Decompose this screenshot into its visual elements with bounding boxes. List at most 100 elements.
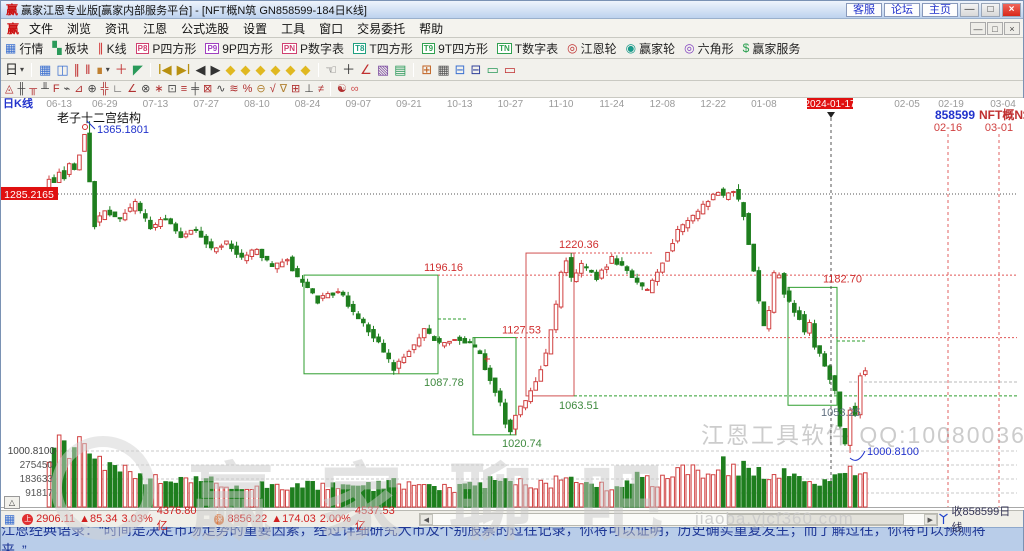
first-bar-icon[interactable]: Ⅰ◀ bbox=[157, 62, 173, 77]
panel-icon[interactable]: ▤ bbox=[393, 62, 407, 77]
hexagon-button[interactable]: ◎ 六角形 bbox=[683, 40, 735, 57]
menu-item-9[interactable]: 交易委托 bbox=[350, 21, 412, 37]
draw-tool-icon-24[interactable]: ⊞ bbox=[290, 82, 301, 96]
quote-button[interactable]: ▦ 行情 bbox=[4, 40, 44, 57]
draw-tool-icon-8[interactable]: ⊕ bbox=[86, 82, 97, 96]
sector-button[interactable]: ▚ 板块 bbox=[51, 40, 89, 57]
info-panel-icon[interactable]: ◫ bbox=[55, 62, 69, 77]
draw-tool-icon-21[interactable]: ⊖ bbox=[255, 82, 266, 96]
draw-tool-icon-7[interactable]: ⊿ bbox=[73, 82, 84, 96]
menu-item-3[interactable]: 资讯 bbox=[98, 21, 136, 37]
gann-wheel-button[interactable]: ◎ 江恩轮 bbox=[566, 40, 618, 57]
draw-tool-icon-13[interactable]: ∗ bbox=[153, 82, 164, 96]
menu-item-10[interactable]: 帮助 bbox=[412, 21, 450, 37]
menu-item-1[interactable]: 文件 bbox=[22, 21, 60, 37]
scrollbar-track[interactable] bbox=[433, 513, 924, 525]
draw-tool-icon-19[interactable]: ≋ bbox=[228, 82, 239, 96]
mdi-minimize-button[interactable]: — bbox=[970, 21, 986, 35]
menu-item-4[interactable]: 江恩 bbox=[136, 21, 174, 37]
draw-tool-icon-2[interactable]: ╫ bbox=[16, 82, 26, 96]
maximize-button[interactable]: □ bbox=[981, 2, 1000, 17]
percent-tool-icon[interactable]: % bbox=[242, 82, 254, 96]
menu-item-8[interactable]: 窗口 bbox=[312, 21, 350, 37]
draw-tool-icon-1[interactable]: ◬ bbox=[4, 82, 14, 96]
last-bar-icon[interactable]: ▶Ⅰ bbox=[176, 62, 192, 77]
crosshair-icon[interactable]: ＋ bbox=[114, 62, 129, 77]
winner-wheel-button[interactable]: ◉ 赢家轮 bbox=[625, 40, 677, 57]
draw-tool-icon-17[interactable]: ⊠ bbox=[202, 82, 213, 96]
menu-item-7[interactable]: 工具 bbox=[274, 21, 312, 37]
draw-tool-icon-25[interactable]: ⊥ bbox=[303, 82, 315, 96]
candle-fill-icon[interactable]: ∎ ▾ bbox=[95, 62, 111, 77]
minimize-button[interactable]: — bbox=[960, 2, 979, 17]
draw-tool-icon-22[interactable]: √ bbox=[269, 82, 277, 96]
scroll-left-icon[interactable]: ◀ bbox=[419, 513, 433, 525]
bar-style-icon[interactable]: ‖ bbox=[84, 62, 91, 77]
pattern-icon[interactable]: ▧ bbox=[376, 62, 390, 77]
draw-flag-icon[interactable]: ◤ bbox=[132, 62, 144, 77]
draw-tool-icon-6[interactable]: ⌁ bbox=[63, 82, 72, 96]
p-number-table-button[interactable]: PN P数字表 bbox=[281, 40, 345, 57]
scroll-right-icon[interactable]: ▶ bbox=[923, 513, 937, 525]
gann-zoom-in-icon[interactable]: ◆ bbox=[285, 62, 297, 77]
period-selector[interactable]: 日 ▾ bbox=[4, 62, 25, 77]
chart-h-scrollbar[interactable]: ◀ ▶ bbox=[418, 512, 938, 526]
volume-pane-toggle-button[interactable]: △ bbox=[4, 496, 20, 509]
scrollbar-thumb[interactable] bbox=[727, 513, 905, 525]
kline-style-icon[interactable]: ∥ bbox=[73, 62, 82, 77]
layout-window-icon[interactable]: ▦ bbox=[38, 62, 52, 77]
menu-item-2[interactable]: 浏览 bbox=[60, 21, 98, 37]
menu-item-6[interactable]: 设置 bbox=[236, 21, 274, 37]
shenzhen-index-icon[interactable]: 深 bbox=[213, 513, 225, 525]
calculator-icon[interactable]: ▦ bbox=[436, 62, 450, 77]
gann-nav-left-icon[interactable]: ◆ bbox=[225, 62, 237, 77]
gann-nav-up-icon[interactable]: ◆ bbox=[255, 62, 267, 77]
calendar-icon[interactable]: ⊞ bbox=[420, 62, 433, 77]
p-square-button[interactable]: P8 P四方形 bbox=[135, 40, 198, 57]
angle-measure-icon[interactable]: ∠ bbox=[359, 62, 373, 77]
draw-tool-icon-9[interactable]: ╬ bbox=[100, 82, 110, 96]
mdi-close-button[interactable]: × bbox=[1004, 21, 1020, 35]
gann-zoom-out-icon[interactable]: ◆ bbox=[300, 62, 312, 77]
t-number-table-button[interactable]: TN T数字表 bbox=[496, 40, 559, 57]
draw-tool-icon-5[interactable]: F bbox=[52, 82, 61, 96]
pan-hand-icon[interactable]: ☜ bbox=[325, 62, 339, 77]
quote-board-icon[interactable]: ▦ bbox=[4, 512, 15, 526]
taiji-icon[interactable]: ☯ bbox=[336, 82, 348, 96]
draw-tool-icon-10[interactable]: ∟ bbox=[111, 82, 124, 96]
draw-tool-icon-3[interactable]: ╥ bbox=[28, 82, 38, 96]
p9-square-button[interactable]: P9 9P四方形 bbox=[204, 40, 273, 57]
draw-tool-icon-11[interactable]: ∠ bbox=[126, 82, 138, 96]
infinity-icon[interactable]: ∞ bbox=[350, 82, 360, 96]
mdi-restore-button[interactable]: □ bbox=[987, 21, 1003, 35]
draw-tool-icon-4[interactable]: ╨ bbox=[40, 82, 50, 96]
t9-square-button[interactable]: T9 9T四方形 bbox=[421, 40, 489, 57]
draw-tool-icon-15[interactable]: ≡ bbox=[180, 82, 188, 96]
t-square-button[interactable]: T8 T四方形 bbox=[352, 40, 414, 57]
print-setup-icon[interactable]: ▭ bbox=[503, 62, 517, 77]
draw-tool-icon-14[interactable]: ⊡ bbox=[167, 82, 178, 96]
save-layout-icon[interactable]: ⊟ bbox=[454, 62, 467, 77]
prev-bar-icon[interactable]: ◀ bbox=[195, 62, 207, 77]
kline-button[interactable]: ∥ K线 bbox=[97, 40, 128, 57]
draw-tool-icon-18[interactable]: ∿ bbox=[215, 82, 226, 96]
draw-tool-icon-26[interactable]: ≠ bbox=[317, 82, 325, 96]
save-disk-icon[interactable]: ⊟ bbox=[470, 62, 483, 77]
kline-chart[interactable]: 江恩工具软件 QQ:100800360 02-16 03-01 日K线 06-13 06-… bbox=[1, 96, 1024, 550]
draw-tool-icon-12[interactable]: ⊗ bbox=[140, 82, 151, 96]
kline-chart-canvas[interactable]: 江恩工具软件 QQ:100800360 02-16 03-01 日K线 06-13 06-… bbox=[1, 96, 1024, 510]
gann-nav-down-icon[interactable]: ◆ bbox=[270, 62, 282, 77]
customer-service-button[interactable]: 客服 bbox=[846, 2, 882, 17]
forum-button[interactable]: 论坛 bbox=[884, 2, 920, 17]
winner-service-button[interactable]: $ 赢家服务 bbox=[742, 40, 802, 57]
gann-nav-right-icon[interactable]: ◆ bbox=[240, 62, 252, 77]
draw-tool-icon-16[interactable]: ╪ bbox=[190, 82, 200, 96]
menu-item-5[interactable]: 公式选股 bbox=[174, 21, 236, 37]
homepage-button[interactable]: 主页 bbox=[922, 2, 958, 17]
draw-tool-icon-23[interactable]: ∇ bbox=[279, 82, 288, 96]
zoom-cross-icon[interactable]: ＋ bbox=[341, 62, 356, 77]
close-button[interactable]: × bbox=[1002, 2, 1021, 17]
shanghai-index-icon[interactable]: 上 bbox=[22, 513, 34, 525]
print-icon[interactable]: ▭ bbox=[485, 62, 499, 77]
next-bar-icon[interactable]: ▶ bbox=[210, 62, 222, 77]
